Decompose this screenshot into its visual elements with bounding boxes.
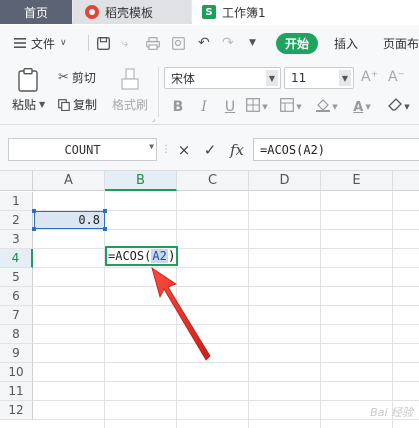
chevron-down-icon: ▼ [262, 103, 268, 111]
grow-font-button[interactable]: A⁺ [361, 69, 378, 85]
chevron-down-icon: ∨ [60, 38, 67, 48]
cancel-formula-button[interactable]: × [174, 138, 194, 161]
format-painter-button[interactable] [120, 68, 140, 90]
undo-icon: ↶ [198, 35, 210, 51]
fill-color-button[interactable]: ▼ [313, 96, 341, 118]
clipboard-icon [17, 68, 39, 92]
tab-template-label: 稻壳模板 [105, 5, 154, 20]
print-preview-icon [172, 36, 185, 50]
underline-button[interactable]: U [216, 96, 244, 118]
tab-template[interactable]: 稻壳模板 [73, 0, 191, 24]
formula-bar: COUNT ▼ ⋮ × ✓ fx =ACOS(A2) [0, 125, 419, 171]
chevron-down-icon: ▼ [332, 103, 338, 111]
tab-insert[interactable]: 插入 [334, 25, 358, 61]
tab-home[interactable]: 首页 [0, 0, 72, 24]
save-button[interactable] [97, 25, 110, 61]
shrink-font-button[interactable]: A⁻ [388, 69, 405, 85]
file-menu[interactable]: 文件 ∨ [14, 25, 67, 61]
confirm-formula-button[interactable]: ✓ [200, 138, 220, 161]
undo-button[interactable]: ↶ [198, 25, 210, 61]
chevron-down-icon: ▼ [404, 103, 410, 111]
chevron-down-icon: ▼ [296, 103, 302, 111]
chevron-down-icon: ▼ [266, 70, 278, 86]
output-pdf-button[interactable]: ⤷ [121, 25, 128, 61]
scissors-icon: ✂ [58, 70, 69, 85]
print-button[interactable] [146, 25, 160, 61]
font-name-select[interactable]: 宋体 ▼ [164, 67, 281, 89]
export-icon: ⤷ [121, 35, 129, 51]
font-color-button[interactable]: A ▼ [348, 96, 376, 118]
redo-icon: ↷ [222, 35, 234, 51]
chevron-down-icon: ▼ [39, 100, 46, 109]
docer-logo-icon [85, 5, 99, 19]
clear-format-button[interactable]: ▼ [385, 96, 413, 118]
bold-button[interactable]: B [164, 96, 192, 118]
chevron-down-icon: ▼ [339, 70, 351, 86]
save-icon [97, 36, 110, 50]
dropdown-arrow-icon: ▼ [249, 38, 256, 48]
cut-button[interactable]: ✂ 剪切 [58, 69, 96, 86]
format-painter-label: 格式刷 [112, 98, 149, 112]
copy-icon [58, 98, 70, 111]
cell-style-icon [280, 98, 295, 116]
tab-home-label: 首页 [23, 5, 48, 20]
name-box[interactable]: COUNT ▼ [8, 138, 157, 161]
cut-label: 剪切 [71, 71, 96, 85]
paste-menu[interactable]: 粘贴 ▼ [12, 96, 45, 113]
menu-divider [88, 35, 89, 51]
clipboard-group-launcher-icon[interactable]: ⌟ [152, 115, 155, 123]
ribbon-divider [158, 67, 159, 117]
paint-bucket-icon [316, 98, 331, 116]
spreadsheet-grid[interactable]: ABCDE 1 2 3 4 5 6 7 8 9 10 11 12 0.8 =ACOS(A2) Bai … [0, 171, 419, 428]
ribbon: 粘贴 ▼ ✂ 剪切 复制 格式刷 ⌟ 宋体 ▼ 11 ▼ A⁺ A⁻ B I U… [0, 61, 419, 125]
hamburger-menu-icon [14, 38, 26, 48]
watermark-logo: Bai 经验 [370, 406, 413, 419]
cell-style-button[interactable]: ▼ [277, 96, 305, 118]
eraser-icon [388, 98, 403, 116]
font-size-value: 11 [291, 71, 307, 85]
file-menu-label: 文件 [31, 36, 56, 51]
red-annotation-arrow [151, 267, 211, 361]
paste-button[interactable] [17, 68, 39, 92]
italic-button[interactable]: I [190, 96, 218, 118]
tab-workbook-label: 工作簿1 [222, 5, 266, 20]
insert-function-button[interactable]: fx [226, 138, 248, 161]
menu-bar: 文件 ∨ ⤷ ↶ ↷ ▼ 开始 插入 页面布 [0, 25, 419, 61]
tab-workbook[interactable]: S 工作簿1 [192, 0, 419, 24]
print-preview-button[interactable] [172, 25, 185, 61]
drag-handle-icon[interactable]: ⋮ [161, 144, 171, 155]
tab-bar: 首页 稻壳模板 S 工作簿1 [0, 0, 419, 24]
redo-button[interactable]: ↷ [222, 25, 234, 61]
spreadsheet-icon: S [202, 5, 216, 19]
chevron-down-icon: ▼ [149, 142, 154, 151]
copy-label: 复制 [73, 98, 98, 112]
tab-page-layout[interactable]: 页面布 [383, 25, 419, 61]
print-icon [146, 36, 160, 50]
copy-button[interactable]: 复制 [58, 96, 97, 113]
font-name-value: 宋体 [171, 71, 196, 86]
chevron-down-icon: ▼ [365, 103, 371, 111]
borders-icon [246, 98, 261, 116]
formula-input[interactable]: =ACOS(A2) [253, 138, 419, 161]
paste-label: 粘贴 [12, 98, 37, 112]
name-box-value: COUNT [64, 142, 101, 157]
font-color-icon: A [353, 99, 364, 115]
tab-start[interactable]: 开始 [276, 33, 318, 54]
quick-access-more-button[interactable]: ▼ [249, 25, 256, 61]
paint-brush-icon [120, 68, 140, 90]
borders-button[interactable]: ▼ [243, 96, 271, 118]
font-size-select[interactable]: 11 ▼ [284, 67, 354, 89]
